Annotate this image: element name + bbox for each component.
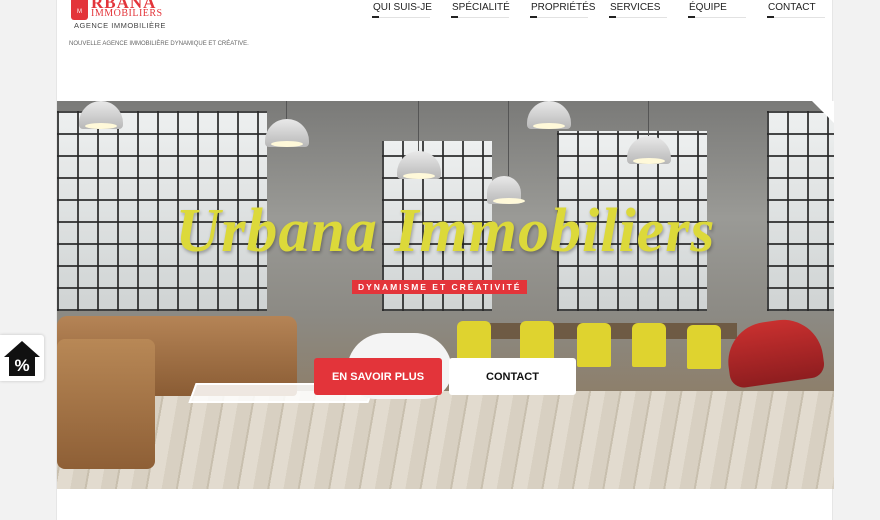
learn-more-button[interactable]: EN SAVOIR PLUS <box>314 358 442 395</box>
red-armchair <box>723 314 826 390</box>
pendant-lamp <box>527 101 571 129</box>
nav-item-qui-suis-je[interactable]: QUI SUIS-JE <box>372 0 451 20</box>
hero-subtitle: DYNAMISME ET CRÉATIVITÉ <box>352 280 528 294</box>
site-tagline: NOUVELLE AGENCE IMMOBILIÈRE DYNAMIQUE ET… <box>69 41 249 47</box>
nav-label: QUI SUIS-JE <box>373 2 432 13</box>
nav-item-equipe[interactable]: ÉQUIPE <box>688 0 767 20</box>
logo-brand-line2: IMMOBILIERS <box>91 8 163 19</box>
nav-label: ÉQUIPE <box>689 2 727 13</box>
hero-corner-cut <box>812 101 834 123</box>
contact-button[interactable]: CONTACT <box>449 358 576 395</box>
yellow-chair <box>687 325 721 369</box>
nav-dash <box>530 16 537 18</box>
hero-banner: Urbana Immobiliers DYNAMISME ET CRÉATIVI… <box>57 101 834 489</box>
page-container: M RBANA IMMOBILIERS AGENCE IMMOBILIÈRE N… <box>56 0 834 520</box>
logo-badge: M <box>71 0 88 20</box>
promo-tab[interactable]: % <box>0 335 44 381</box>
house-percent-icon: % <box>4 341 40 376</box>
hero-floor <box>57 391 834 489</box>
nav-item-specialite[interactable]: SPÉCIALITÉ <box>451 0 530 20</box>
nav-label: PROPRIÉTÉS <box>531 2 596 13</box>
svg-text:%: % <box>14 356 29 375</box>
nav-dash <box>688 16 695 18</box>
nav-label: CONTACT <box>768 2 816 13</box>
nav-dash <box>372 16 379 18</box>
nav-item-contact[interactable]: CONTACT <box>767 0 846 20</box>
yellow-chair <box>632 323 666 367</box>
pendant-lamp <box>265 101 309 147</box>
main-nav: QUI SUIS-JE SPÉCIALITÉ PROPRIÉTÉS SERVIC… <box>372 0 846 20</box>
hero-armchair <box>57 339 155 469</box>
nav-dash <box>767 16 774 18</box>
nav-item-services[interactable]: SERVICES <box>609 0 688 20</box>
nav-dash <box>609 16 616 18</box>
hero-title: Urbana Immobiliers <box>175 197 716 265</box>
nav-dash <box>451 16 458 18</box>
site-logo[interactable]: M RBANA IMMOBILIERS AGENCE IMMOBILIÈRE <box>71 0 171 32</box>
pendant-lamp <box>79 101 123 129</box>
nav-item-proprietes[interactable]: PROPRIÉTÉS <box>530 0 609 20</box>
yellow-chair <box>577 323 611 367</box>
nav-label: SPÉCIALITÉ <box>452 2 510 13</box>
logo-subtitle: AGENCE IMMOBILIÈRE <box>74 21 166 30</box>
nav-label: SERVICES <box>610 2 661 13</box>
